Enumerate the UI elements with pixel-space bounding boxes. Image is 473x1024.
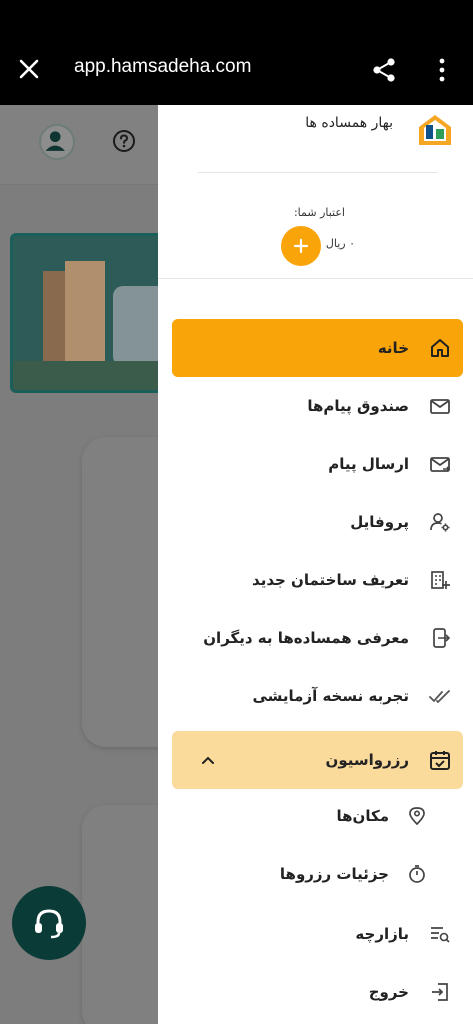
share-device-icon	[427, 625, 453, 651]
menu-item-logout[interactable]: خروج	[172, 963, 463, 1021]
timer-icon	[405, 862, 429, 886]
avatar[interactable]	[39, 124, 75, 160]
menu-item-marketplace[interactable]: بازارچه	[172, 905, 463, 963]
close-icon[interactable]	[18, 58, 40, 80]
add-credit-button[interactable]	[281, 226, 321, 266]
menu-item-label: پروفایل	[350, 513, 409, 531]
menu-item-inbox[interactable]: صندوق پیام‌ها	[172, 377, 463, 435]
menu-item-send-message[interactable]: ارسال پیام	[172, 435, 463, 493]
menu-item-home[interactable]: خانه	[172, 319, 463, 377]
submenu-item-places[interactable]: مکان‌ها	[172, 791, 463, 841]
location-pin-icon	[405, 804, 429, 828]
submenu-item-reservation-details[interactable]: جزئیات رزروها	[172, 849, 463, 899]
calendar-check-icon	[427, 747, 453, 773]
support-button[interactable]	[12, 886, 86, 960]
headset-icon	[35, 909, 63, 939]
plus-icon	[293, 238, 309, 254]
mail-icon	[427, 393, 453, 419]
logout-icon	[427, 979, 453, 1005]
menu-item-label: معرفی همساده‌ها به دیگران	[203, 629, 409, 647]
url-bar[interactable]: app.hamsadeha.com	[74, 56, 251, 78]
divider	[198, 172, 438, 173]
menu-item-profile[interactable]: پروفایل	[172, 493, 463, 551]
credit-label: اعتبار شما:	[293, 206, 345, 219]
search-list-icon	[427, 921, 453, 947]
menu-item-label: تعریف ساختمان جدید	[252, 571, 409, 589]
brand-name: بهار همساده ها	[305, 115, 393, 131]
submenu-item-label: مکان‌ها	[336, 807, 389, 825]
app-logo	[419, 115, 451, 145]
menu-item-refer[interactable]: معرفی همساده‌ها به دیگران	[172, 609, 463, 667]
more-vert-icon[interactable]	[432, 57, 452, 83]
menu-item-trial[interactable]: تجربه نسخه آزمایشی	[172, 667, 463, 725]
menu-item-reservation[interactable]: رزرواسیون	[172, 731, 463, 789]
menu-item-new-building[interactable]: تعریف ساختمان جدید	[172, 551, 463, 609]
banner-image[interactable]	[10, 233, 170, 393]
home-icon	[427, 335, 453, 361]
menu-item-label: صندوق پیام‌ها	[307, 397, 409, 415]
menu-item-label: تجربه نسخه آزمایشی	[252, 687, 409, 705]
menu-item-label: ارسال پیام	[328, 455, 409, 473]
user-settings-icon	[427, 509, 453, 535]
navigation-drawer: بهار همساده ها اعتبار شما: ۰ ریال خانه ص…	[158, 105, 473, 1024]
divider	[158, 278, 473, 279]
menu-item-label: خروج	[368, 983, 409, 1001]
help-icon[interactable]	[112, 129, 136, 153]
chevron-up-icon[interactable]	[200, 752, 216, 768]
submenu-item-label: جزئیات رزروها	[279, 865, 389, 883]
credit-value: ۰ ریال	[325, 237, 355, 250]
user-icon	[45, 131, 65, 151]
share-icon[interactable]	[371, 57, 397, 83]
send-mail-icon	[427, 451, 453, 477]
add-building-icon	[427, 567, 453, 593]
browser-toolbar: app.hamsadeha.com	[0, 0, 473, 105]
double-check-icon	[427, 683, 453, 709]
menu-item-label: خانه	[377, 339, 409, 357]
menu-item-label: بازارچه	[355, 925, 409, 943]
building-image	[13, 236, 167, 390]
menu-item-label: رزرواسیون	[325, 751, 409, 769]
